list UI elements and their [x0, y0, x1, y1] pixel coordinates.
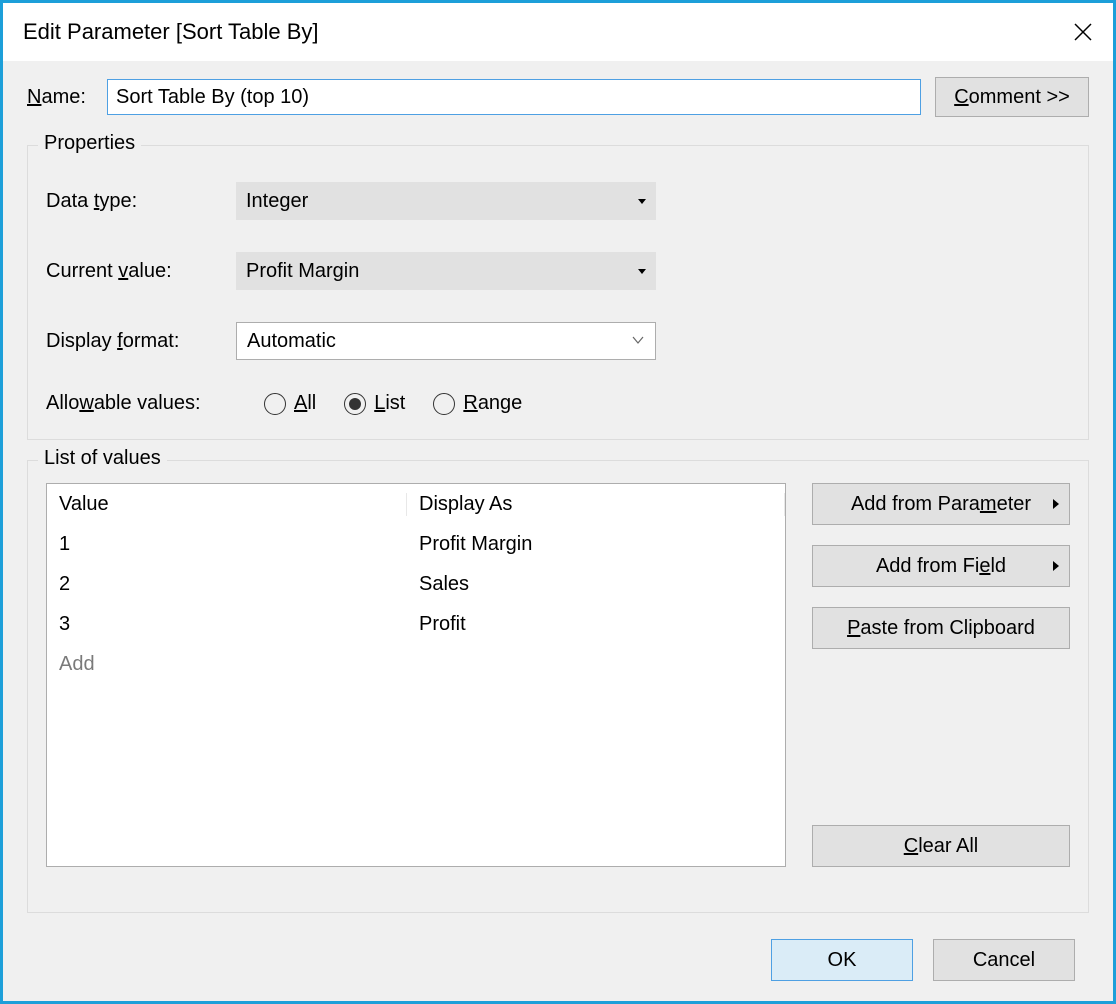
display-format-combo[interactable]: Automatic	[236, 322, 656, 360]
comment-button[interactable]: Comment >>	[935, 77, 1089, 117]
display-format-label: Display format:	[46, 330, 236, 353]
cancel-button[interactable]: Cancel	[933, 939, 1075, 981]
radio-icon	[264, 393, 286, 415]
cell-display-as[interactable]: Sales	[407, 573, 785, 596]
radio-all-label: All	[294, 392, 316, 415]
data-type-value: Integer	[246, 190, 308, 213]
edit-parameter-dialog: Edit Parameter [Sort Table By] Name: Com…	[0, 0, 1116, 1004]
current-value-dropdown[interactable]: Profit Margin	[236, 252, 656, 290]
display-format-row: Display format: Automatic	[46, 322, 1070, 360]
titlebar: Edit Parameter [Sort Table By]	[3, 3, 1113, 61]
current-value-value: Profit Margin	[246, 260, 359, 283]
dialog-body: Name: Comment >> Properties Data type: I…	[3, 61, 1113, 1001]
name-row: Name: Comment >>	[19, 77, 1097, 117]
current-value-row: Current value: Profit Margin	[46, 252, 1070, 290]
table-add-row[interactable]: Add	[47, 644, 785, 684]
add-from-field-button[interactable]: Add from Field	[812, 545, 1070, 587]
add-placeholder[interactable]: Add	[47, 653, 407, 676]
cell-value[interactable]: 2	[47, 573, 407, 596]
name-input[interactable]	[107, 79, 921, 115]
list-of-values-legend: List of values	[38, 447, 167, 470]
cell-display-as[interactable]: Profit Margin	[407, 533, 785, 556]
chevron-down-icon	[631, 330, 645, 353]
dialog-footer: OK Cancel	[19, 923, 1097, 1001]
data-type-dropdown[interactable]: Integer	[236, 182, 656, 220]
paste-from-clipboard-button[interactable]: Paste from Clipboard	[812, 607, 1070, 649]
radio-range[interactable]: Range	[433, 392, 522, 415]
properties-group: Properties Data type: Integer Current va…	[27, 145, 1089, 440]
submenu-arrow-icon	[1053, 499, 1059, 509]
name-label: Name:	[27, 86, 93, 109]
radio-icon	[344, 393, 366, 415]
table-row[interactable]: 2 Sales	[47, 564, 785, 604]
radio-range-label: Range	[463, 392, 522, 415]
close-button[interactable]	[1053, 3, 1113, 61]
current-value-label: Current value:	[46, 260, 236, 283]
radio-list[interactable]: List	[344, 392, 405, 415]
values-side-buttons: Add from Parameter Add from Field Paste …	[812, 483, 1070, 867]
properties-legend: Properties	[38, 132, 141, 155]
dropdown-arrow-icon	[638, 269, 646, 274]
radio-icon	[433, 393, 455, 415]
submenu-arrow-icon	[1053, 561, 1059, 571]
cell-value[interactable]: 3	[47, 613, 407, 636]
allowable-values-row: Allowable values: All List Range	[46, 392, 1070, 415]
header-display-as: Display As	[407, 493, 785, 516]
radio-all[interactable]: All	[264, 392, 316, 415]
cell-display-as[interactable]: Profit	[407, 613, 785, 636]
values-table[interactable]: Value Display As 1 Profit Margin 2 Sales…	[46, 483, 786, 867]
allowable-values-label: Allowable values:	[46, 392, 236, 415]
table-row[interactable]: 3 Profit	[47, 604, 785, 644]
table-header-row: Value Display As	[47, 484, 785, 524]
clear-all-button[interactable]: Clear All	[812, 825, 1070, 867]
table-row[interactable]: 1 Profit Margin	[47, 524, 785, 564]
list-of-values-group: List of values Value Display As 1 Profit…	[27, 460, 1089, 913]
data-type-row: Data type: Integer	[46, 182, 1070, 220]
cell-value[interactable]: 1	[47, 533, 407, 556]
data-type-label: Data type:	[46, 190, 236, 213]
close-icon	[1073, 22, 1093, 42]
display-format-value: Automatic	[247, 330, 336, 353]
ok-button[interactable]: OK	[771, 939, 913, 981]
header-value: Value	[47, 493, 407, 516]
add-from-parameter-button[interactable]: Add from Parameter	[812, 483, 1070, 525]
dialog-title: Edit Parameter [Sort Table By]	[23, 19, 319, 45]
list-of-values-body: Value Display As 1 Profit Margin 2 Sales…	[46, 483, 1070, 867]
dropdown-arrow-icon	[638, 199, 646, 204]
radio-list-label: List	[374, 392, 405, 415]
